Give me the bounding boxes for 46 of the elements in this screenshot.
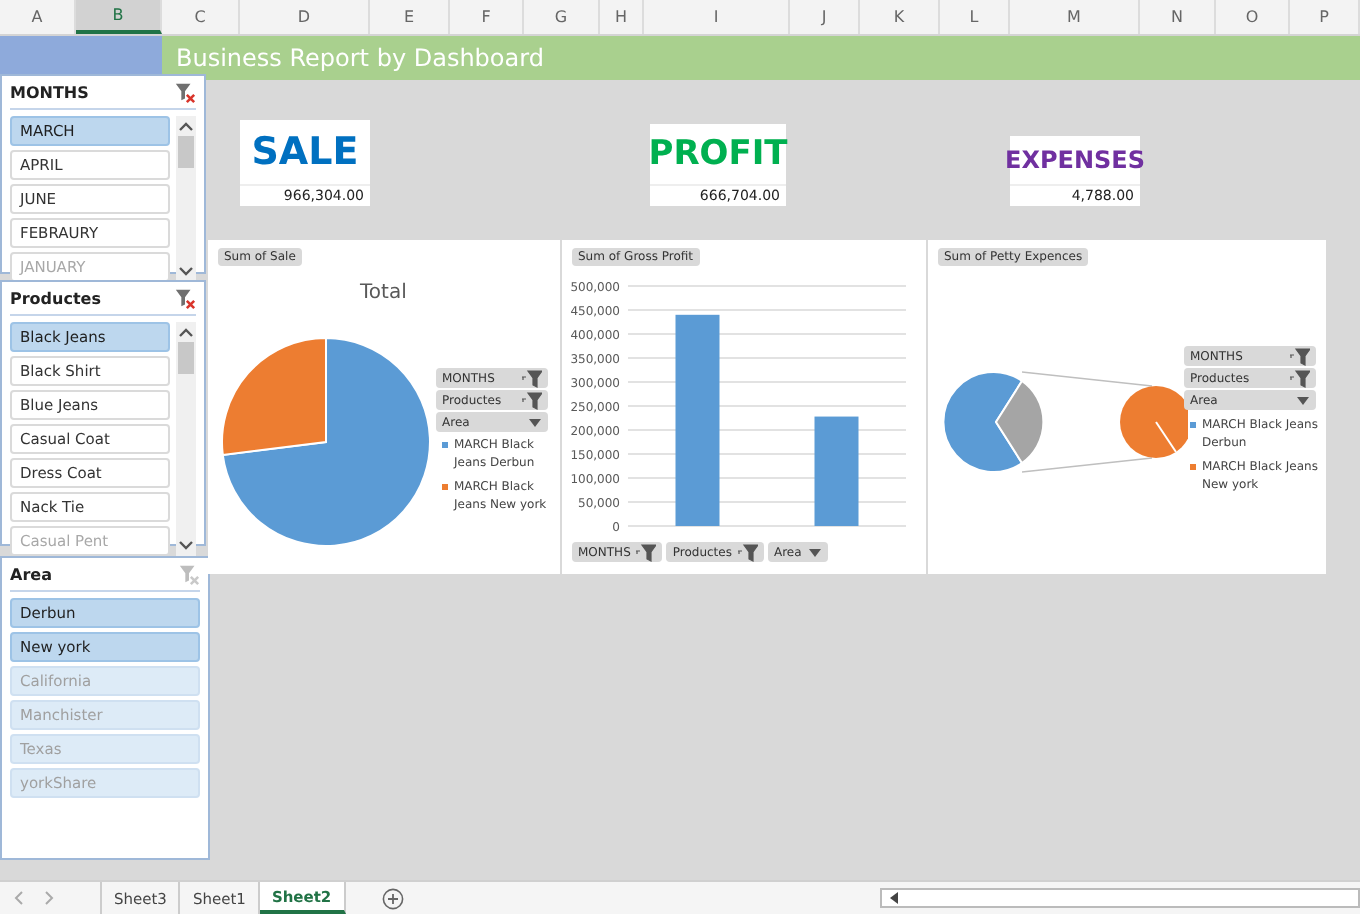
scrollbar[interactable] — [176, 322, 196, 556]
scroll-down-icon[interactable] — [178, 540, 194, 552]
column-header[interactable]: E — [370, 0, 450, 34]
filter-icon[interactable] — [1290, 369, 1310, 387]
scroll-down-icon[interactable] — [178, 266, 194, 278]
clear-filter-icon[interactable] — [174, 82, 196, 104]
scrollbar[interactable] — [176, 116, 196, 282]
kpi-label: PROFIT — [650, 124, 786, 186]
column-header[interactable]: K — [860, 0, 940, 34]
column-header[interactable]: P — [1290, 0, 1360, 34]
dropdown-icon[interactable] — [807, 547, 822, 557]
chart-title: Total — [360, 282, 407, 304]
slicer-title: Area — [10, 566, 52, 584]
column-header[interactable]: M — [1010, 0, 1140, 34]
filter-icon[interactable] — [737, 543, 758, 561]
filter-icon[interactable] — [1290, 347, 1310, 365]
column-header[interactable]: F — [450, 0, 524, 34]
slicer-title: MONTHS — [10, 84, 89, 102]
dropdown-icon[interactable] — [1296, 395, 1310, 405]
kpi-label: EXPENSES — [1010, 136, 1140, 186]
slicer-title: Productes — [10, 290, 101, 308]
scrollbar-thumb[interactable] — [178, 342, 194, 374]
kpi-label: SALE — [240, 120, 370, 186]
column-header[interactable]: I — [644, 0, 790, 34]
horizontal-scrollbar[interactable] — [880, 888, 1360, 908]
column-header[interactable]: O — [1216, 0, 1290, 34]
dropdown-icon[interactable] — [528, 417, 542, 427]
column-header[interactable]: J — [790, 0, 860, 34]
scroll-up-icon[interactable] — [178, 326, 194, 338]
report-title: Business Report by Dashboard — [162, 36, 1360, 80]
scroll-up-icon[interactable] — [178, 120, 194, 132]
column-header[interactable]: C — [162, 0, 240, 34]
filter-icon[interactable] — [522, 369, 542, 387]
add-sheet-icon[interactable] — [381, 887, 404, 909]
scrollbar-thumb[interactable] — [178, 136, 194, 168]
column-header[interactable]: N — [1140, 0, 1216, 34]
filter-icon[interactable] — [636, 543, 657, 561]
filter-icon[interactable] — [522, 391, 542, 409]
column-header[interactable]: D — [240, 0, 370, 34]
bar — [814, 416, 859, 526]
column-header[interactable]: L — [940, 0, 1010, 34]
clear-filter-icon[interactable] — [174, 288, 196, 310]
column-header[interactable]: G — [524, 0, 600, 34]
column-header[interactable]: B — [76, 0, 162, 34]
scroll-left-icon[interactable] — [888, 890, 900, 906]
column-header[interactable]: H — [600, 0, 644, 34]
